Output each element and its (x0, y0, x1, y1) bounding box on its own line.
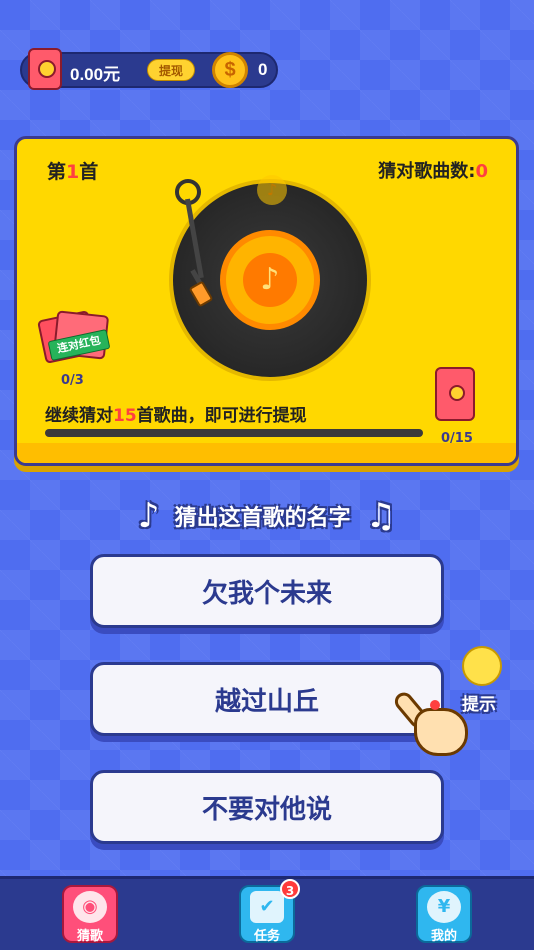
nav-guess-song[interactable]: ◉ 猜歌 (62, 885, 118, 944)
balance-amount: 0.00元 (70, 65, 121, 84)
packet-progress: 0/15 (441, 431, 473, 446)
task-icon: ✔ (250, 891, 284, 923)
music-notes-icon: ♫ (365, 496, 397, 536)
nav-profile[interactable]: ¥ 我的 (416, 885, 472, 944)
song-number: 第1首 (47, 157, 98, 184)
card-bottom-strip (17, 443, 516, 463)
correct-count-label: 猜对歌曲数: (378, 161, 476, 182)
correct-count: 猜对歌曲数:0 (378, 157, 488, 183)
tap-dot (430, 700, 440, 710)
withdraw-hint-suffix: 首歌曲，即可进行提现 (136, 406, 307, 426)
question-text: 猜出这首歌的名字 (174, 506, 351, 531)
coin-count: 0 (258, 60, 268, 79)
streak-red-packet[interactable]: 连对红包 (36, 310, 111, 365)
nav-label: 猜歌 (76, 929, 103, 944)
pointing-hand-icon (391, 688, 476, 762)
record-label: ♪ (220, 230, 320, 330)
music-note-icon: ♪ (243, 253, 297, 307)
red-packet-icon[interactable] (435, 367, 475, 421)
withdraw-hint-number: 15 (113, 406, 137, 426)
answer-option-2[interactable]: 越过山丘 (90, 662, 444, 736)
song-card: 第1首 猜对歌曲数:0 ♪ ♪ 连对红包 0/3 继续猜对15首歌曲，即可进行提… (14, 136, 519, 466)
song-number-suffix: 首 (79, 161, 99, 183)
withdraw-hint-prefix: 继续猜对 (45, 406, 113, 426)
small-note-icon: ♪ (257, 175, 287, 205)
hand-palm (414, 708, 468, 756)
coin-icon: $ (212, 52, 248, 88)
withdraw-progress-bar (45, 429, 423, 437)
nav-label: 我的 (430, 929, 457, 944)
song-number-value: 1 (66, 161, 80, 183)
answer-option-1[interactable]: 欠我个未来 (90, 554, 444, 628)
task-count-badge: 3 (280, 879, 300, 899)
money-bag-icon: ¥ (427, 891, 461, 923)
vinyl-record[interactable]: ♪ ♪ (173, 175, 367, 377)
song-number-prefix: 第 (47, 161, 67, 183)
streak-progress: 0/3 (61, 373, 84, 388)
red-packet-icon (28, 48, 62, 90)
record-icon: ◉ (73, 891, 107, 923)
music-note-icon: ♪ (137, 496, 160, 536)
question-row: ♪ 猜出这首歌的名字 ♫ (0, 496, 534, 540)
nav-label: 任务 (253, 929, 280, 944)
withdraw-button[interactable]: 提现 (147, 59, 195, 81)
bottom-nav: ◉ 猜歌 ✔ 任务 3 ¥ 我的 (0, 876, 534, 950)
wallet-bar: 0.00元 提现 $ 0 (20, 48, 278, 90)
withdraw-hint: 继续猜对15首歌曲，即可进行提现 (45, 401, 307, 426)
answer-option-3[interactable]: 不要对他说 (90, 770, 444, 844)
correct-count-value: 0 (475, 161, 488, 182)
lightbulb-icon[interactable] (462, 646, 502, 686)
